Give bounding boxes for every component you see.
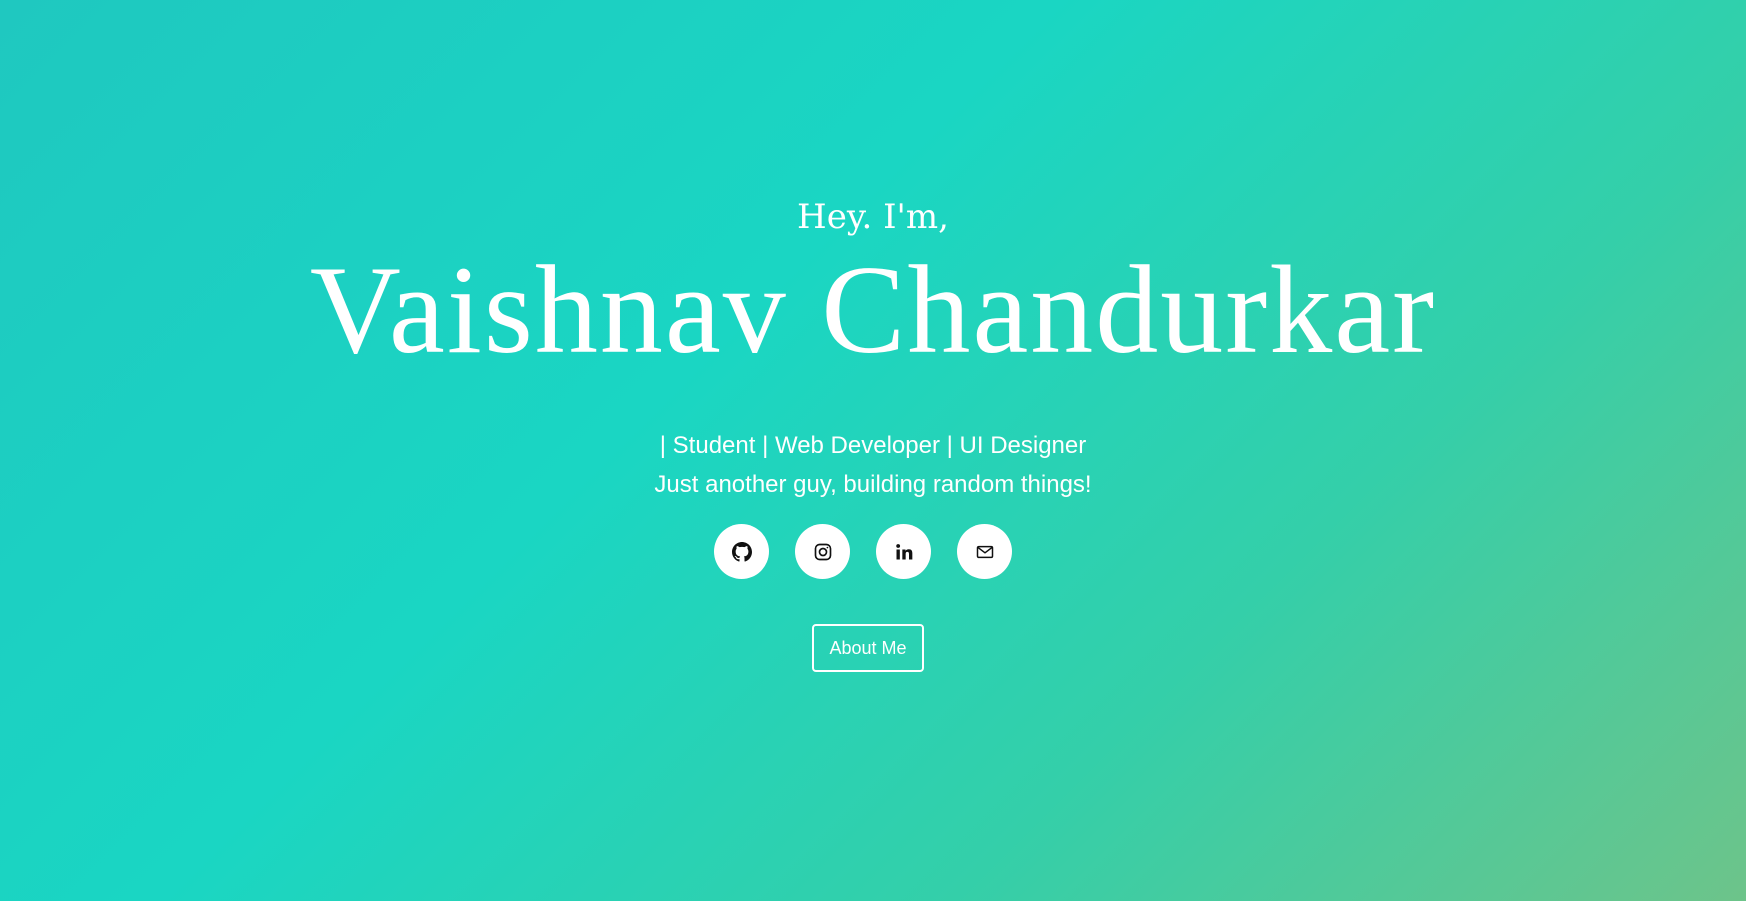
mail-icon — [975, 542, 995, 562]
instagram-icon — [813, 542, 833, 562]
linkedin-button[interactable] — [876, 524, 931, 579]
github-button[interactable] — [714, 524, 769, 579]
instagram-button[interactable] — [795, 524, 850, 579]
tagline-text: Just another guy, building random things… — [654, 471, 1092, 498]
roles-text: | Student | Web Developer | UI Designer — [659, 432, 1087, 459]
name-heading: Vaishnav Chandurkar — [309, 241, 1437, 380]
greeting-text: Hey. I'm, — [797, 197, 949, 237]
social-links — [714, 524, 1012, 579]
about-me-button[interactable]: About Me — [812, 624, 924, 672]
hero-section: Hey. I'm, Vaishnav Chandurkar | Student … — [0, 0, 1746, 901]
github-icon — [731, 541, 752, 562]
linkedin-icon — [894, 542, 914, 562]
mail-button[interactable] — [957, 524, 1012, 579]
